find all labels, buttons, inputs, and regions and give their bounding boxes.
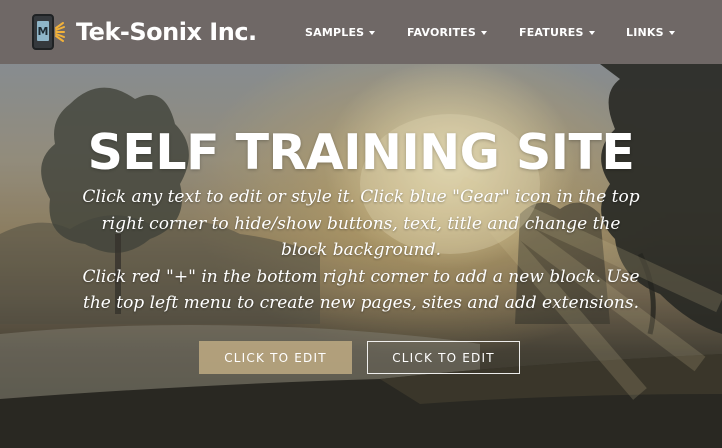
caret-down-icon [481, 30, 487, 35]
hero-title[interactable]: SELF TRAINING SITE [0, 124, 722, 181]
nav-features-label: FEATURES [519, 25, 584, 39]
nav-favorites[interactable]: FAVORITES [407, 0, 487, 64]
hero-content: SELF TRAINING SITE Click any text to edi… [0, 64, 722, 448]
hero-section: SELF TRAINING SITE Click any text to edi… [0, 64, 722, 448]
caret-down-icon [369, 30, 376, 35]
nav-favorites-label: FAVORITES [407, 25, 476, 39]
nav-links-label: LINKS [626, 25, 664, 39]
nav-features[interactable]: FEATURES [519, 0, 595, 64]
caret-down-icon [588, 30, 595, 35]
nav-links[interactable]: LINKS [626, 0, 675, 64]
navbar: M Tek-Sonix Inc. SAMPLES FAVORITES FEATU… [0, 0, 722, 64]
logo-letter: M [37, 21, 49, 41]
caret-down-icon [668, 30, 675, 35]
hero-paragraph-2[interactable]: Click red "+" in the bottom right corner… [80, 264, 642, 317]
nav-samples-label: SAMPLES [305, 25, 365, 39]
brand[interactable]: M Tek-Sonix Inc. [30, 0, 257, 64]
hero-paragraph-1[interactable]: Click any text to edit or style it. Clic… [80, 184, 642, 264]
hero-text[interactable]: Click any text to edit or style it. Clic… [80, 184, 642, 317]
signal-rays-icon [55, 22, 65, 42]
click-to-edit-primary-button[interactable]: CLICK TO EDIT [199, 341, 352, 374]
nav-samples[interactable]: SAMPLES [305, 0, 376, 64]
phone-logo-icon[interactable]: M [30, 12, 66, 52]
brand-name[interactable]: Tek-Sonix Inc. [76, 18, 257, 46]
phone-shape: M [32, 14, 54, 50]
click-to-edit-secondary-button[interactable]: CLICK TO EDIT [367, 341, 520, 374]
